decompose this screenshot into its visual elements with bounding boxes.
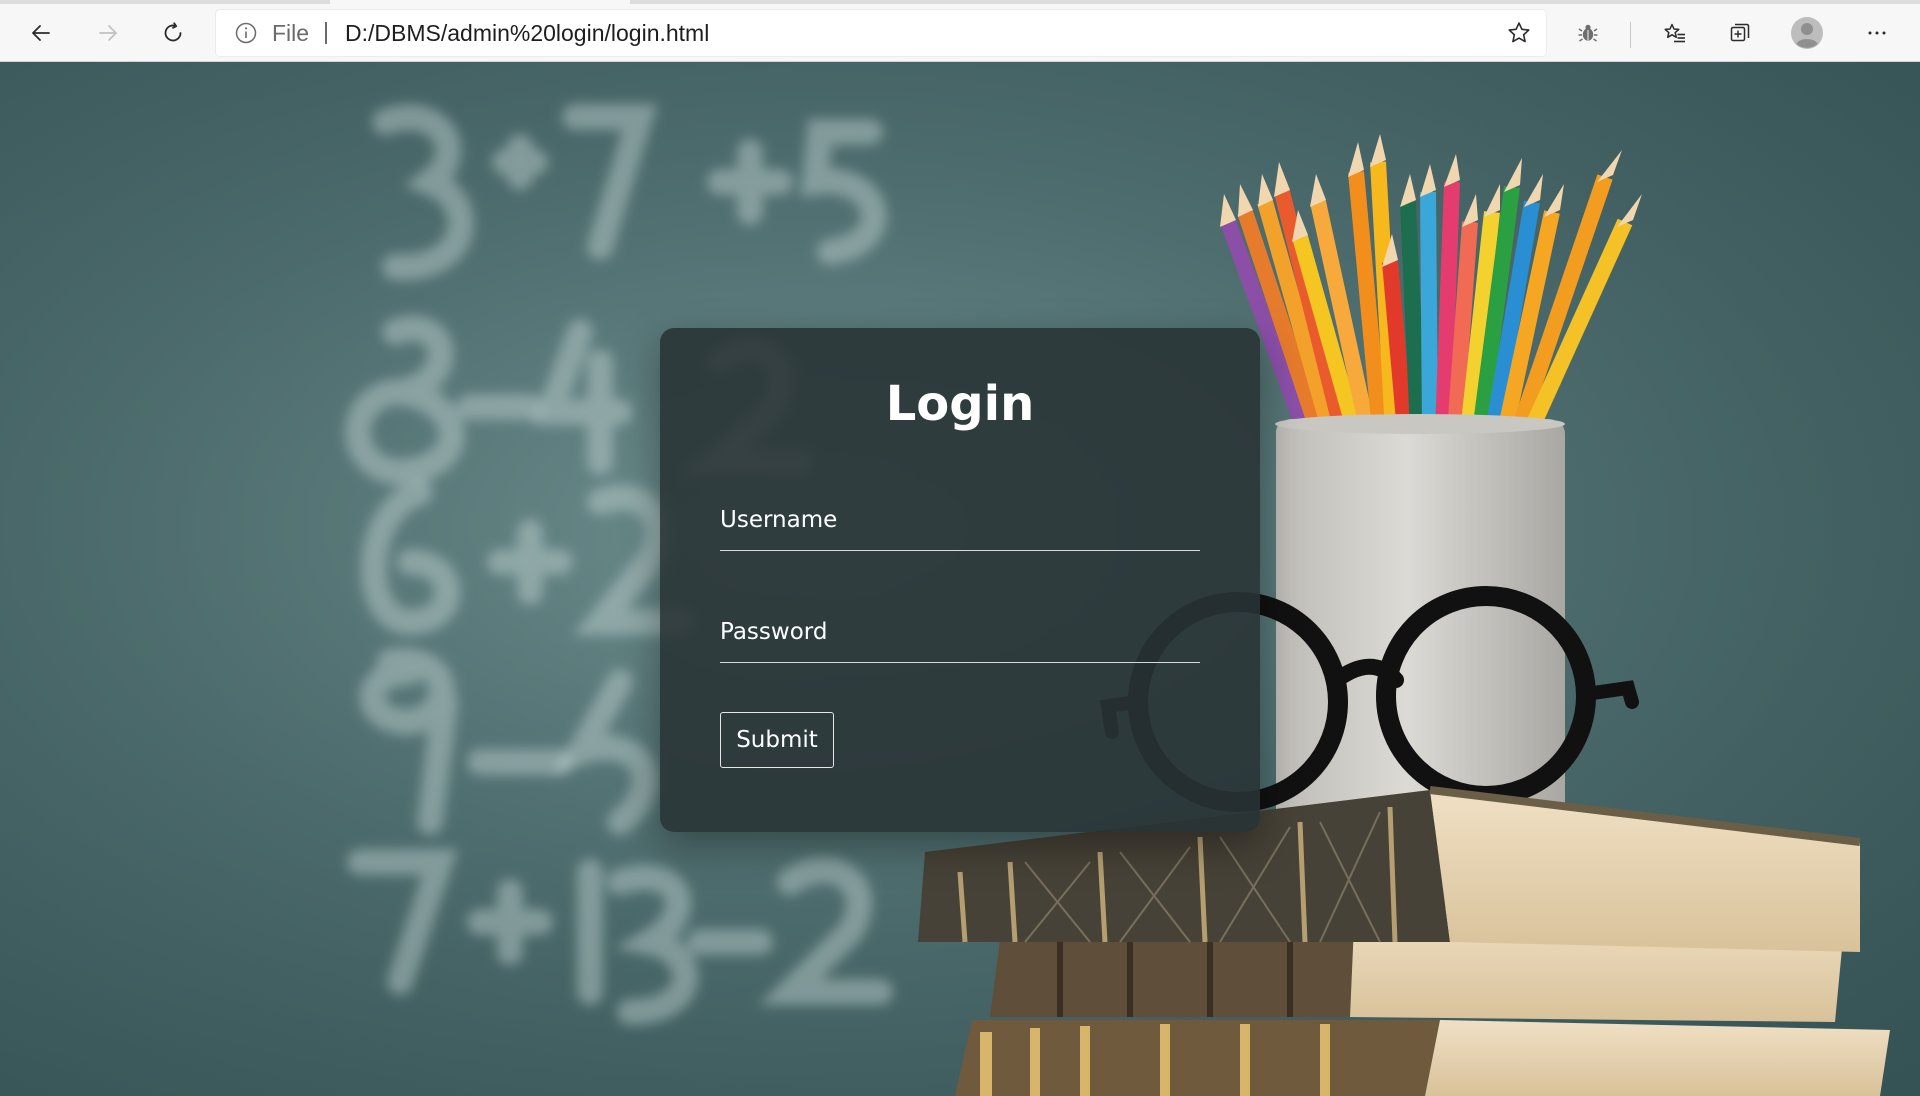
password-input[interactable] [720,602,1200,662]
address-url[interactable]: D:/DBMS/admin%20login/login.html [345,10,709,56]
refresh-icon [164,22,182,42]
extension-icon [1578,24,1598,42]
info-icon[interactable] [234,21,258,45]
extension-button[interactable] [1567,12,1609,54]
refresh-button[interactable] [152,12,194,54]
collections-icon [1730,23,1750,42]
toolbar-divider [1630,22,1631,48]
favorites-icon [1664,23,1685,43]
profile-icon [1791,17,1823,49]
password-field-wrapper [720,602,1200,663]
back-arrow-icon [32,25,50,41]
username-input[interactable] [720,490,1200,550]
profile-button[interactable] [1786,12,1828,54]
favorites-button[interactable] [1654,12,1696,54]
address-scheme: File [272,20,310,46]
address-separator [325,22,327,44]
login-page: Login Submit [0,62,1920,1096]
address-bar[interactable]: File D:/DBMS/admin%20login/login.html [216,10,1546,56]
collections-button[interactable] [1719,12,1761,54]
forward-button[interactable] [87,12,129,54]
more-button[interactable] [1856,12,1898,54]
star-icon[interactable] [1506,20,1532,46]
login-card: Login Submit [660,328,1260,832]
browser-toolbar: File D:/DBMS/admin%20login/login.html [0,4,1920,62]
more-icon [1868,31,1886,35]
back-button[interactable] [20,12,62,54]
username-field-wrapper [720,490,1200,551]
submit-button[interactable]: Submit [720,712,834,768]
login-title: Login [885,376,1035,432]
forward-arrow-icon [99,25,117,41]
